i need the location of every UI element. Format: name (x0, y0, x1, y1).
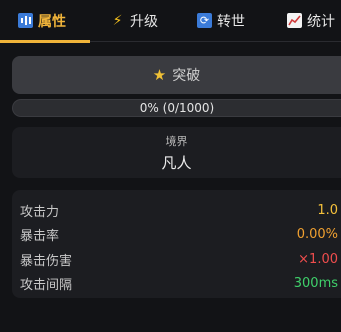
progress-text: 0% (0/1000) (139, 101, 215, 115)
stat-name: 攻击力 (20, 204, 60, 220)
stat-value: 300ms (293, 276, 338, 292)
stat-row-attack: 攻击力 1.0 (20, 198, 341, 223)
stats-panel: 攻击力 1.0 暴击率 0.00% 暴击伤害 ×1.00 攻击间隔 300ms (12, 190, 341, 298)
tab-label: 升级 (130, 13, 158, 30)
stat-row-crit-damage: 暴击伤害 ×1.00 (20, 247, 341, 272)
breakthrough-progress-bar: 0% (0/1000) (12, 99, 341, 117)
stat-value: 0.00% (296, 227, 338, 243)
tab-label: 转世 (217, 13, 245, 30)
stat-value: 1.0 (317, 202, 338, 218)
stat-row-attack-interval: 攻击间隔 300ms (20, 272, 341, 297)
trend-chart-icon (287, 13, 302, 28)
tab-attributes[interactable]: 属性 (0, 0, 90, 43)
stat-value: ×1.00 (298, 251, 338, 267)
breakthrough-button[interactable]: ★ 突破 (12, 56, 341, 94)
star-icon: ★ (152, 66, 167, 84)
realm-label: 境界 (165, 134, 188, 148)
cycle-icon: ⟳ (197, 13, 212, 28)
stat-name: 攻击间隔 (20, 278, 73, 294)
stat-name: 暴击伤害 (20, 253, 73, 269)
stat-row-crit-rate: 暴击率 0.00% (20, 223, 341, 248)
bar-chart-icon (18, 13, 33, 28)
breakthrough-label: 突破 (172, 68, 201, 84)
realm-value: 凡人 (161, 153, 192, 172)
tab-bar: 属性 ⚡ 升级 ⟳ 转世 统计 (0, 0, 341, 43)
tab-reincarnation[interactable]: ⟳ 转世 (180, 0, 270, 42)
realm-panel: 境界 凡人 (12, 127, 341, 178)
tab-statistics[interactable]: 统计 (270, 0, 341, 42)
tab-label: 属性 (38, 13, 66, 30)
stat-name: 暴击率 (20, 229, 60, 245)
lightning-icon: ⚡ (112, 12, 123, 29)
tab-label: 统计 (307, 13, 335, 30)
tab-upgrade[interactable]: ⚡ 升级 (90, 0, 180, 42)
